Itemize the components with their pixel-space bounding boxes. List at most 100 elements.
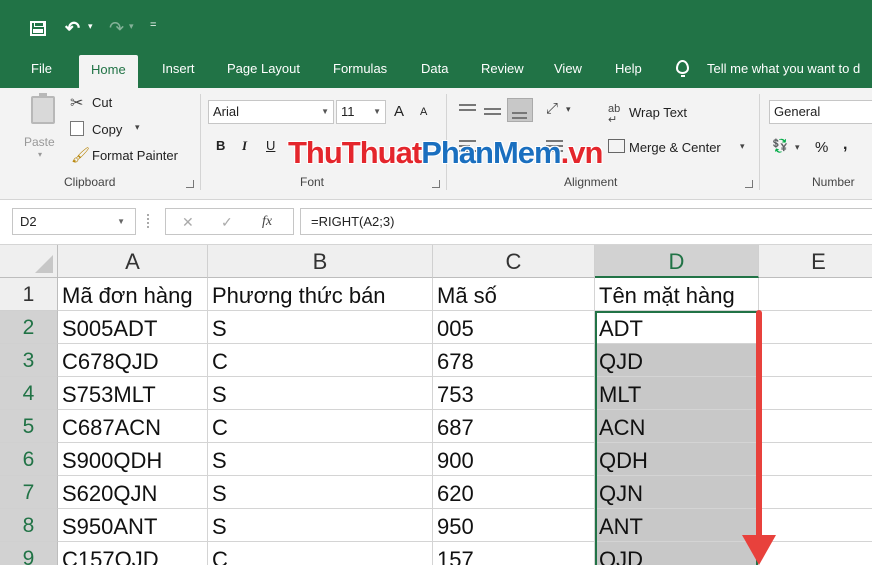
cell-e4[interactable]: [759, 377, 872, 410]
column-header-b[interactable]: B: [208, 245, 433, 278]
cell-b8[interactable]: S: [208, 509, 433, 542]
cell-c9[interactable]: 157: [433, 542, 595, 565]
cell-b3[interactable]: C: [208, 344, 433, 377]
cell-a5[interactable]: C687ACN: [58, 410, 208, 443]
tab-data[interactable]: Data: [421, 52, 448, 88]
cell-d6[interactable]: QDH: [595, 443, 759, 476]
percent-style-button[interactable]: %: [815, 139, 828, 156]
font-family-select[interactable]: Arial ▼: [208, 100, 334, 124]
tab-help[interactable]: Help: [615, 52, 642, 88]
orientation-icon[interactable]: ⤢: [546, 100, 558, 117]
cell-d7[interactable]: QJN: [595, 476, 759, 509]
cell-e7[interactable]: [759, 476, 872, 509]
column-header-d[interactable]: D: [595, 245, 759, 278]
cell-e9[interactable]: [759, 542, 872, 565]
cell-b1[interactable]: Phương thức bán: [208, 278, 433, 311]
cell-c3[interactable]: 678: [433, 344, 595, 377]
cancel-icon[interactable]: ✕: [182, 214, 194, 231]
cell-d8[interactable]: ANT: [595, 509, 759, 542]
row-header-3[interactable]: 3: [0, 344, 58, 377]
cell-a6[interactable]: S900QDH: [58, 443, 208, 476]
underline-button[interactable]: U: [266, 138, 275, 153]
font-launcher-icon[interactable]: [432, 180, 440, 188]
cell-e8[interactable]: [759, 509, 872, 542]
cell-b4[interactable]: S: [208, 377, 433, 410]
align-top-icon[interactable]: [459, 104, 476, 118]
tell-me-box[interactable]: Tell me what you want to d: [707, 52, 860, 88]
comma-style-button[interactable]: ,: [843, 136, 847, 154]
cell-a1[interactable]: Mã đơn hàng: [58, 278, 208, 311]
row-header-9[interactable]: 9: [0, 542, 58, 565]
scissors-icon[interactable]: ✂: [70, 93, 83, 113]
undo-icon[interactable]: ↶: [65, 19, 80, 37]
merge-dropdown-icon[interactable]: ▾: [740, 141, 745, 152]
tab-home[interactable]: Home: [79, 55, 138, 88]
column-header-e[interactable]: E: [759, 245, 872, 278]
cell-c2[interactable]: 005: [433, 311, 595, 344]
wrap-text-button[interactable]: Wrap Text: [629, 105, 687, 120]
column-header-c[interactable]: C: [433, 245, 595, 278]
cell-e5[interactable]: [759, 410, 872, 443]
cell-b9[interactable]: C: [208, 542, 433, 565]
resize-handle[interactable]: [147, 214, 149, 228]
cell-d1[interactable]: Tên mặt hàng: [595, 278, 759, 311]
font-size-select[interactable]: 11 ▼: [336, 100, 386, 124]
row-header-8[interactable]: 8: [0, 509, 58, 542]
shrink-font-button[interactable]: A: [420, 106, 427, 118]
paste-icon[interactable]: [31, 93, 55, 124]
name-box[interactable]: D2 ▼: [12, 208, 136, 235]
accounting-format-icon[interactable]: 💱: [772, 138, 788, 154]
cell-a2[interactable]: S005ADT: [58, 311, 208, 344]
row-header-1[interactable]: 1: [0, 278, 58, 311]
row-header-6[interactable]: 6: [0, 443, 58, 476]
cell-b2[interactable]: S: [208, 311, 433, 344]
merge-center-button[interactable]: Merge & Center: [629, 140, 721, 155]
cell-a4[interactable]: S753MLT: [58, 377, 208, 410]
format-painter-icon[interactable]: 🖌: [71, 146, 90, 164]
paste-dropdown-icon[interactable]: ▾: [38, 150, 42, 159]
cut-button[interactable]: Cut: [92, 95, 112, 110]
cell-c8[interactable]: 950: [433, 509, 595, 542]
tab-view[interactable]: View: [554, 52, 582, 88]
redo-dropdown-icon[interactable]: ▾: [129, 22, 134, 31]
number-format-select[interactable]: General: [769, 100, 872, 124]
row-header-2[interactable]: 2: [0, 311, 58, 344]
cell-c5[interactable]: 687: [433, 410, 595, 443]
tab-page-layout[interactable]: Page Layout: [227, 52, 300, 88]
undo-dropdown-icon[interactable]: ▾: [88, 22, 93, 31]
copy-dropdown-icon[interactable]: ▾: [135, 122, 140, 133]
cell-d3[interactable]: QJD: [595, 344, 759, 377]
cell-b7[interactable]: S: [208, 476, 433, 509]
copy-icon[interactable]: [70, 121, 84, 136]
format-painter-button[interactable]: Format Painter: [92, 148, 178, 163]
cell-c4[interactable]: 753: [433, 377, 595, 410]
cell-b5[interactable]: C: [208, 410, 433, 443]
cell-c1[interactable]: Mã số: [433, 278, 595, 311]
cell-c6[interactable]: 900: [433, 443, 595, 476]
cell-a3[interactable]: C678QJD: [58, 344, 208, 377]
cell-d9[interactable]: QJD: [595, 542, 759, 565]
tab-file[interactable]: File: [31, 52, 52, 88]
cell-e1[interactable]: [759, 278, 872, 311]
cell-a7[interactable]: S620QJN: [58, 476, 208, 509]
tab-insert[interactable]: Insert: [162, 52, 195, 88]
row-header-7[interactable]: 7: [0, 476, 58, 509]
cell-a8[interactable]: S950ANT: [58, 509, 208, 542]
grow-font-button[interactable]: A: [394, 103, 404, 120]
cell-d5[interactable]: ACN: [595, 410, 759, 443]
cell-d4[interactable]: MLT: [595, 377, 759, 410]
tab-formulas[interactable]: Formulas: [333, 52, 387, 88]
bold-button[interactable]: B: [216, 138, 225, 153]
select-all-button[interactable]: [0, 245, 58, 278]
tab-review[interactable]: Review: [481, 52, 524, 88]
column-header-a[interactable]: A: [58, 245, 208, 278]
save-icon[interactable]: [30, 21, 46, 36]
cell-b6[interactable]: S: [208, 443, 433, 476]
align-middle-icon[interactable]: [484, 106, 501, 120]
cell-e6[interactable]: [759, 443, 872, 476]
cell-a9[interactable]: C157QJD: [58, 542, 208, 565]
alignment-launcher-icon[interactable]: [745, 180, 753, 188]
cell-e2[interactable]: [759, 311, 872, 344]
enter-icon[interactable]: ✓: [221, 214, 233, 231]
orientation-dropdown-icon[interactable]: ▾: [566, 104, 571, 115]
